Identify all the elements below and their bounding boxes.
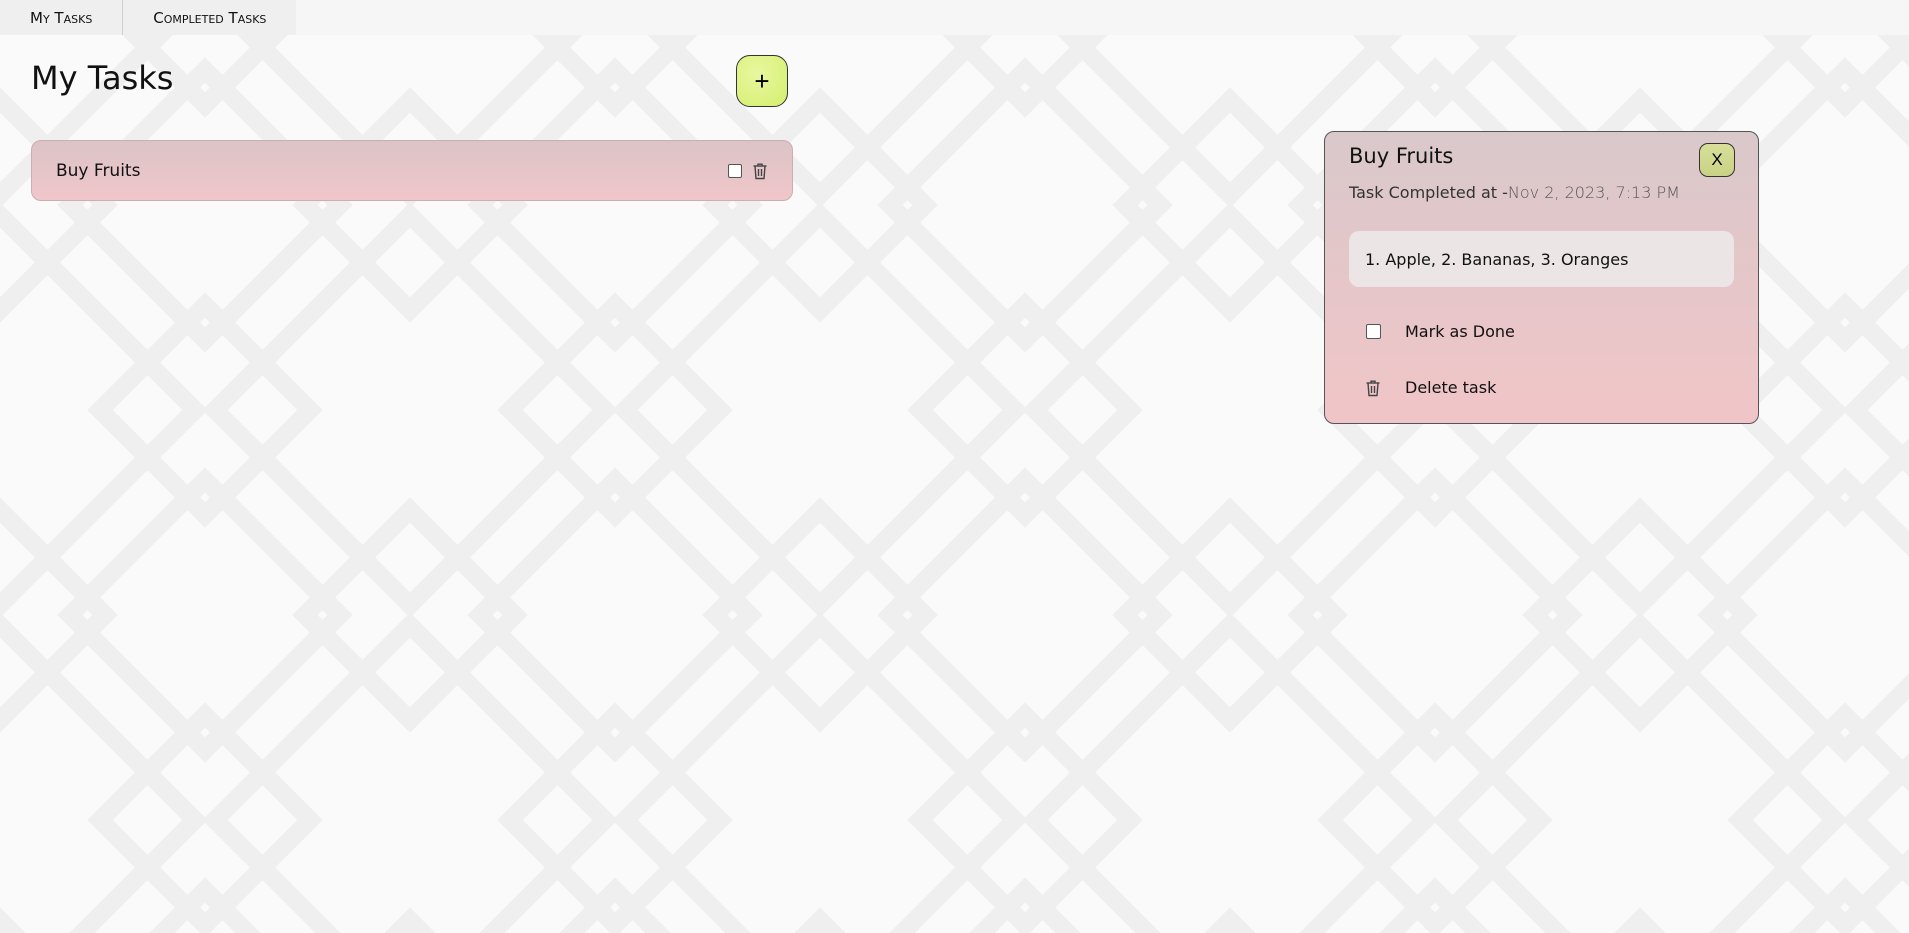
completed-timestamp: Task Completed at -Nov 2, 2023, 7:13 PM	[1349, 183, 1680, 202]
tab-my-tasks[interactable]: My Tasks	[0, 0, 124, 35]
task-description: 1. Apple, 2. Bananas, 3. Oranges	[1349, 231, 1734, 287]
delete-trash-icon[interactable]	[1365, 379, 1381, 397]
checkbox-icon	[1365, 324, 1381, 339]
delete-task-label: Delete task	[1405, 378, 1497, 397]
close-button[interactable]: X	[1699, 143, 1735, 177]
mark-as-done-row[interactable]: Mark as Done	[1365, 322, 1515, 341]
detail-title: Buy Fruits	[1349, 144, 1454, 168]
task-name: Buy Fruits	[56, 160, 141, 181]
task-list: Buy Fruits	[31, 140, 793, 201]
task-checkbox[interactable]	[728, 163, 742, 178]
completed-label: Task Completed at -	[1349, 183, 1508, 202]
trash-icon[interactable]	[752, 162, 768, 180]
task-description-text: 1. Apple, 2. Bananas, 3. Oranges	[1365, 249, 1629, 269]
mark-done-checkbox[interactable]	[1365, 324, 1381, 339]
add-task-button[interactable]: +	[736, 55, 788, 107]
tab-completed-tasks[interactable]: Completed Tasks	[123, 0, 297, 35]
app: My Tasks Completed Tasks My Tasks + Buy …	[0, 0, 1909, 933]
page-title: My Tasks	[31, 59, 174, 97]
delete-task-row[interactable]: Delete task	[1365, 378, 1496, 397]
task-item[interactable]: Buy Fruits	[31, 140, 793, 201]
tab-bar: My Tasks Completed Tasks	[0, 0, 1909, 35]
task-detail-panel: Buy Fruits X Task Completed at -Nov 2, 2…	[1324, 131, 1759, 424]
mark-as-done-label: Mark as Done	[1405, 322, 1515, 341]
completed-date: Nov 2, 2023, 7:13 PM	[1507, 183, 1680, 202]
